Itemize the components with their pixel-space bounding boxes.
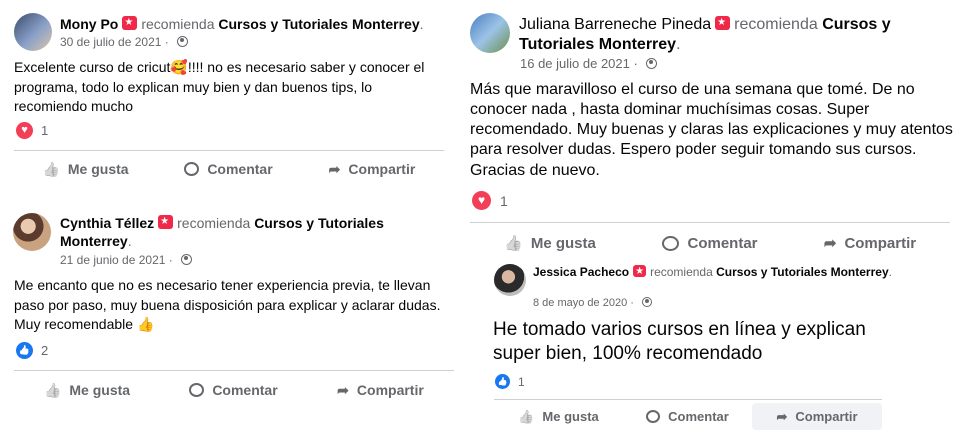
share-button[interactable]: Compartir	[307, 376, 454, 404]
like-button[interactable]: Me gusta	[494, 403, 623, 430]
like-icon	[495, 374, 510, 389]
avatar[interactable]	[14, 13, 52, 51]
recommend-badge-icon	[122, 16, 138, 30]
recommend-badge-icon	[158, 215, 174, 229]
reaction-count: 1	[500, 192, 508, 209]
recommend-badge-icon	[633, 265, 647, 279]
user-name[interactable]: Cynthia Téllez	[60, 215, 154, 231]
globe-icon	[646, 58, 658, 69]
reaction-count: 2	[41, 343, 49, 358]
avatar[interactable]	[470, 13, 510, 53]
review-card: Cynthia Téllezrecomienda Cursos y Tutori…	[0, 200, 470, 436]
avatar[interactable]	[494, 264, 526, 296]
comment-button[interactable]: Comentar	[157, 155, 300, 183]
share-icon	[824, 234, 837, 252]
share-icon	[776, 409, 787, 425]
review-text: He tomado varios cursos en línea y expli…	[493, 319, 866, 364]
divider	[470, 222, 950, 223]
action-bar: Me gusta Comentar Compartir	[14, 155, 444, 183]
share-button[interactable]: Compartir	[790, 229, 950, 257]
post-date[interactable]: 21 de junio de 2021 ·	[60, 253, 193, 267]
reactions[interactable]: 1	[16, 122, 48, 139]
review-text: Me encanto que no es necesario tener exp…	[14, 277, 441, 333]
reactions[interactable]: 1	[472, 191, 508, 210]
comment-button[interactable]: Comentar	[630, 229, 790, 257]
recommend-verb: recomienda	[650, 265, 713, 279]
recommend-verb: recomienda	[177, 215, 251, 231]
like-icon	[16, 342, 33, 359]
avatar[interactable]	[13, 213, 51, 251]
post-date[interactable]: 16 de julio de 2021 ·	[520, 56, 658, 71]
comment-icon	[646, 410, 661, 423]
share-button[interactable]: Compartir	[752, 403, 882, 430]
page-name[interactable]: Cursos y Tutoriales Monterrey	[218, 16, 419, 32]
reaction-count: 1	[41, 123, 49, 138]
heart-icon	[472, 191, 491, 210]
comment-button[interactable]: Comentar	[623, 403, 752, 430]
action-bar: Me gusta Comentar Compartir	[470, 229, 950, 257]
review-text: Más que maravilloso el curso de una sema…	[470, 81, 953, 179]
divider	[494, 399, 882, 400]
globe-icon	[177, 36, 189, 47]
review-header: Juliana Barreneche Pinedarecomienda Curs…	[519, 15, 949, 55]
review-card: Mony Po recomienda Cursos y Tutoriales Mo…	[0, 0, 460, 195]
user-name[interactable]: Mony Po	[60, 16, 118, 32]
comment-icon	[189, 383, 205, 397]
comment-icon	[662, 235, 680, 251]
like-button[interactable]: Me gusta	[14, 155, 157, 183]
thumb-icon	[42, 161, 59, 178]
thumb-icon	[44, 382, 61, 399]
reactions[interactable]: 1	[495, 374, 525, 389]
action-bar: Me gusta Comentar Compartir	[494, 403, 882, 430]
divider	[14, 150, 444, 151]
post-date[interactable]: 8 de mayo de 2020 ·	[533, 297, 652, 309]
user-name[interactable]: Juliana Barreneche Pineda	[519, 16, 711, 33]
recommend-badge-icon	[715, 16, 731, 30]
review-card: Juliana Barreneche Pinedarecomienda Curs…	[460, 0, 960, 260]
recommend-verb: recomienda	[734, 16, 818, 33]
review-header: Cynthia Téllezrecomienda Cursos y Tutori…	[60, 215, 440, 250]
globe-icon	[181, 254, 193, 265]
thumb-icon	[518, 409, 534, 425]
post-date[interactable]: 30 de julio de 2021 ·	[60, 35, 189, 49]
review-header: Mony Po recomienda Cursos y Tutoriales Mo…	[60, 16, 450, 34]
review-header: Jessica Pacheco recomienda Cursos y Tutor…	[533, 265, 913, 280]
divider	[14, 370, 454, 371]
share-button[interactable]: Compartir	[300, 155, 444, 183]
action-bar: Me gusta Comentar Compartir	[14, 376, 454, 404]
comment-icon	[184, 162, 200, 176]
like-button[interactable]: Me gusta	[14, 376, 160, 404]
globe-icon	[641, 297, 652, 307]
reaction-count: 1	[518, 374, 525, 389]
heart-icon	[16, 122, 33, 139]
reactions[interactable]: 2	[16, 342, 48, 359]
like-button[interactable]: Me gusta	[470, 229, 630, 257]
user-name[interactable]: Jessica Pacheco	[533, 265, 629, 279]
comment-button[interactable]: Comentar	[160, 376, 307, 404]
review-card: Jessica Pacheco recomienda Cursos y Tutor…	[480, 260, 960, 436]
review-text: Excelente curso de cricut🥰!!!! no es nec…	[14, 59, 425, 115]
recommend-verb: recomienda	[141, 16, 215, 32]
page-name[interactable]: Cursos y Tutoriales Monterrey	[716, 265, 889, 279]
thumb-icon	[504, 234, 523, 252]
share-icon	[337, 382, 349, 399]
share-icon	[329, 161, 341, 178]
